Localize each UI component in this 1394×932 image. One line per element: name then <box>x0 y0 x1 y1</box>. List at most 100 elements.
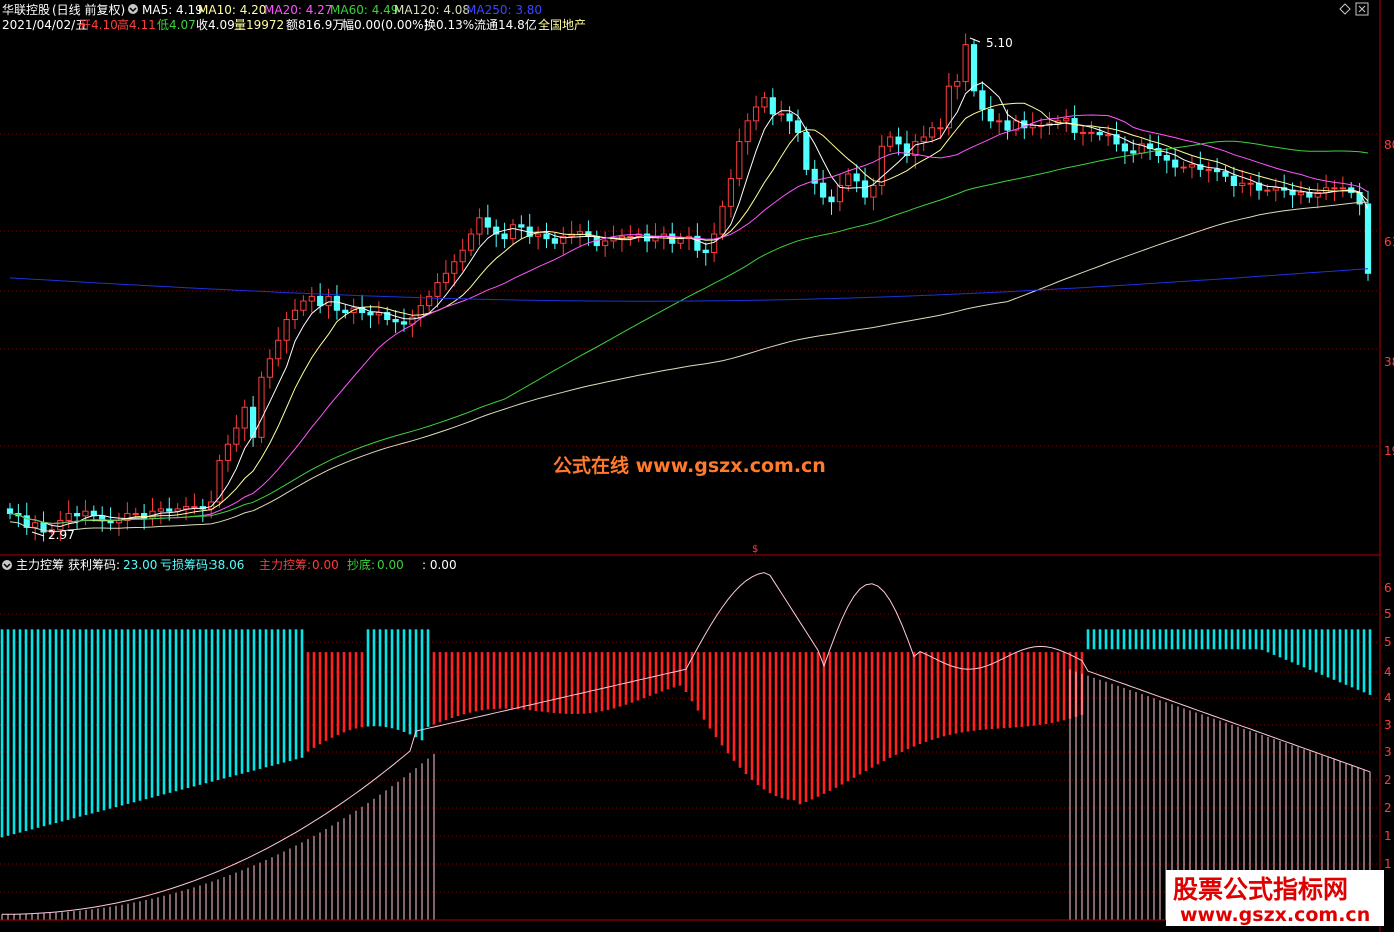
indicator-bar <box>12 629 16 835</box>
indicator-bar <box>306 652 310 752</box>
indicator-bar <box>1020 652 1024 727</box>
diamond-icon[interactable] <box>1339 3 1351 15</box>
chevron-down-icon[interactable] <box>128 4 138 14</box>
indicator-bar <box>1308 629 1312 670</box>
indicator-bar <box>432 652 436 725</box>
candle-down <box>166 508 173 512</box>
candle-down <box>6 508 14 515</box>
indicator-bar <box>324 652 328 741</box>
indicator-bar <box>1032 652 1036 726</box>
candle-up <box>1088 131 1095 134</box>
candle-down <box>73 513 81 517</box>
candle-up <box>535 233 542 237</box>
indicator-bar <box>372 629 376 727</box>
candle-down <box>702 249 709 254</box>
indicator-bar <box>756 652 760 786</box>
candle-up <box>216 459 223 503</box>
indicator-bar <box>1122 629 1126 650</box>
open: 开4.10 <box>79 18 118 32</box>
indicator-bar <box>240 629 244 774</box>
indicator-bar <box>804 652 808 802</box>
indicator-bar <box>1266 629 1270 653</box>
indicator-bar <box>546 652 550 713</box>
indicator-bar <box>420 629 424 741</box>
indicator-bar <box>966 652 970 732</box>
change: 幅0.00(0.00%) <box>342 17 428 32</box>
indicator-bar <box>678 652 682 686</box>
candle-down <box>1214 168 1221 173</box>
period: (日线 前复权) <box>52 2 125 17</box>
indicator-bar <box>972 652 976 731</box>
indicator-bar <box>1170 629 1174 650</box>
indicator-bar <box>360 652 364 728</box>
indicator-bar <box>354 652 358 729</box>
indicator-bar <box>822 652 826 794</box>
indicator-bar <box>1164 629 1168 650</box>
indicator-bar <box>1224 629 1228 650</box>
candle-up <box>576 231 584 235</box>
axis-bottom-tick: 4 <box>1384 691 1392 705</box>
indicator-bar <box>492 652 496 709</box>
indicator-bar <box>174 629 178 792</box>
candle-up <box>744 120 751 143</box>
candle-up <box>291 309 299 320</box>
indicator-bar <box>762 652 766 790</box>
chevron-down-icon[interactable] <box>2 560 12 570</box>
candle-up <box>954 81 961 87</box>
candle-down <box>367 312 374 316</box>
indicator-bar <box>936 652 940 739</box>
indicator-bar <box>834 652 838 788</box>
candle-down <box>828 196 835 203</box>
indicator-bar <box>210 629 214 782</box>
candle-down <box>1121 143 1128 152</box>
indicator-bar <box>528 652 532 711</box>
candle-up <box>308 295 315 302</box>
axis-bottom-tick: 1 <box>1384 829 1392 843</box>
candle-up <box>962 44 969 83</box>
candle-up <box>65 513 72 521</box>
indicator-bar <box>558 652 562 714</box>
candle-up <box>182 506 190 510</box>
indicator-bar <box>1254 629 1258 650</box>
candle-up <box>887 136 894 147</box>
candle-down <box>543 233 550 240</box>
ma250-label: MA250: 3.80 <box>466 3 542 17</box>
indicator-bar <box>132 629 136 803</box>
indicator-bar <box>222 629 226 779</box>
indicator-bar <box>330 652 334 738</box>
indicator-bar <box>138 629 142 801</box>
indicator-bar <box>60 629 64 822</box>
indicator-bar <box>942 652 946 737</box>
candle-down <box>786 113 793 122</box>
close-icon[interactable] <box>1355 2 1369 16</box>
indicator-bar <box>24 629 28 831</box>
candle-up <box>1297 191 1305 196</box>
indicator-bar <box>486 652 490 710</box>
indicator-bar <box>744 652 748 775</box>
indicator-bar <box>204 629 208 784</box>
indicator-bar <box>702 652 706 720</box>
indicator-bar <box>1320 629 1324 675</box>
candle-down <box>895 136 902 145</box>
candle-down <box>1222 171 1229 177</box>
candle-up <box>509 224 517 240</box>
indicator-bar <box>864 652 868 772</box>
indicator-bar <box>564 652 568 714</box>
candle-down <box>820 182 827 198</box>
indicator-bar <box>168 629 172 793</box>
indicator-bar <box>1200 629 1204 650</box>
indicator-bar <box>1188 629 1192 650</box>
candle-down <box>1163 154 1170 161</box>
axis-bottom-tick: 5 <box>1384 635 1392 649</box>
indicator-bar <box>1260 629 1264 650</box>
indicator-bar <box>894 652 898 755</box>
candle-up <box>442 272 449 284</box>
indicator-bar <box>120 629 124 806</box>
indicator-bar <box>1044 652 1048 725</box>
indicator-bar <box>786 652 790 800</box>
indicator-bar <box>1272 629 1276 655</box>
candle-down <box>1230 175 1237 187</box>
candle-up <box>82 510 89 517</box>
indicator-bar <box>414 629 418 738</box>
float-cap: 流通14.8亿 <box>474 17 537 32</box>
